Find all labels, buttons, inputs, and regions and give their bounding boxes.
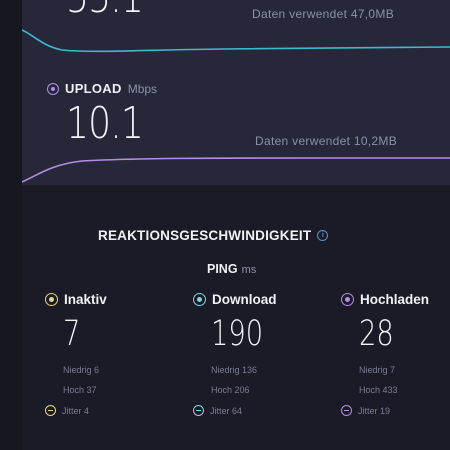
upload-unit: Mbps — [127, 81, 158, 96]
upload-high: Hoch 433 — [359, 385, 398, 395]
ping-column-upload: Hochladen 28 Niedrig 7 Hoch 433 Jitter 1… — [341, 292, 450, 416]
download-high: Hoch 206 — [211, 385, 250, 395]
download-data-used: Daten verwendet 47,0MB — [252, 7, 395, 21]
upload-data-used: Daten verwendet 10,2MB — [255, 134, 398, 148]
left-edge-strip — [0, 0, 22, 450]
idle-high: Hoch 37 — [63, 385, 97, 395]
upload-label: UPLOAD — [65, 81, 122, 96]
ping-header: PING ms — [207, 262, 256, 276]
download-low: Niedrig 136 — [211, 365, 258, 375]
idle-jitter-icon — [45, 405, 56, 416]
ping-label: PING — [207, 262, 238, 276]
upload-ping-label: Hochladen — [360, 292, 430, 307]
upload-header: UPLOAD Mbps — [47, 81, 157, 96]
download-jitter-icon — [193, 405, 204, 416]
download-jitter: Jitter 64 — [210, 405, 243, 416]
download-speed-graph — [22, 29, 450, 53]
ping-unit: ms — [241, 264, 257, 276]
idle-icon — [45, 293, 58, 306]
ping-column-idle: Inaktiv 7 Niedrig 6 Hoch 37 Jitter 4 — [45, 292, 175, 416]
upload-low: Niedrig 7 — [359, 365, 396, 375]
idle-low: Niedrig 6 — [63, 365, 100, 375]
download-icon — [193, 293, 206, 306]
responsiveness-title-text: REAKTIONSGESCHWINDIGKEIT — [98, 228, 312, 243]
upload-jitter-icon — [341, 405, 352, 416]
upload-icon — [47, 82, 59, 95]
upload-ping-icon — [341, 293, 354, 306]
upload-speed-value: 10.1 — [66, 98, 144, 149]
download-ping-value: 190 — [211, 314, 264, 354]
download-label: Download — [212, 292, 277, 307]
idle-jitter: Jitter 4 — [62, 405, 90, 416]
upload-speed-graph — [22, 157, 450, 183]
upload-ping-value: 28 — [359, 314, 394, 354]
info-icon[interactable]: i — [317, 230, 329, 241]
upload-jitter: Jitter 19 — [358, 405, 391, 416]
idle-ping-value: 7 — [63, 314, 81, 354]
idle-label: Inaktiv — [64, 292, 107, 307]
ping-column-download: Download 190 Niedrig 136 Hoch 206 Jitter… — [193, 292, 323, 416]
responsiveness-title: REAKTIONSGESCHWINDIGKEIT i — [98, 228, 329, 243]
